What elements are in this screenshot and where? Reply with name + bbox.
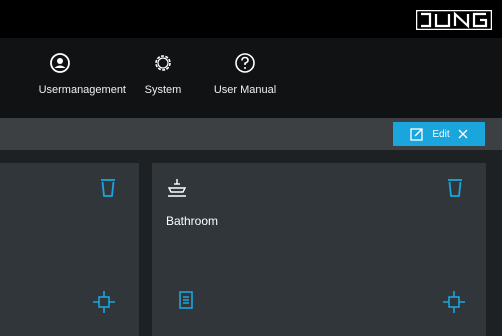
edit-icon	[410, 128, 424, 141]
top-bar	[0, 0, 502, 38]
main-navigation: Usermanagement System User Manual	[0, 38, 502, 118]
nav-item-usermanagement[interactable]: Usermanagement	[0, 52, 130, 96]
nav-item-user-manual[interactable]: User Manual	[205, 52, 285, 96]
edit-button-label: Edit	[432, 128, 450, 140]
nav-label-user-manual: User Manual	[213, 84, 277, 96]
user-circle-icon	[50, 53, 70, 73]
room-tile-bathroom[interactable]: Bathroom	[152, 163, 486, 336]
move-icon[interactable]	[92, 290, 116, 314]
trash-icon[interactable]	[98, 177, 118, 199]
trash-icon[interactable]	[445, 177, 465, 199]
room-tile[interactable]	[0, 163, 139, 336]
room-name: Bathroom	[166, 214, 219, 228]
edit-button[interactable]: Edit	[393, 122, 485, 146]
gear-icon	[155, 55, 171, 71]
nav-label-system: System	[144, 84, 182, 96]
toolbar: Edit	[0, 118, 502, 150]
nav-label-usermanagement: Usermanagement	[38, 84, 126, 96]
bathtub-icon	[167, 179, 187, 197]
move-icon[interactable]	[442, 290, 466, 314]
help-circle-icon	[235, 53, 255, 73]
document-icon[interactable]	[179, 291, 193, 309]
jung-logo	[416, 10, 492, 30]
close-icon[interactable]	[458, 129, 468, 139]
nav-item-system[interactable]: System	[140, 52, 186, 96]
